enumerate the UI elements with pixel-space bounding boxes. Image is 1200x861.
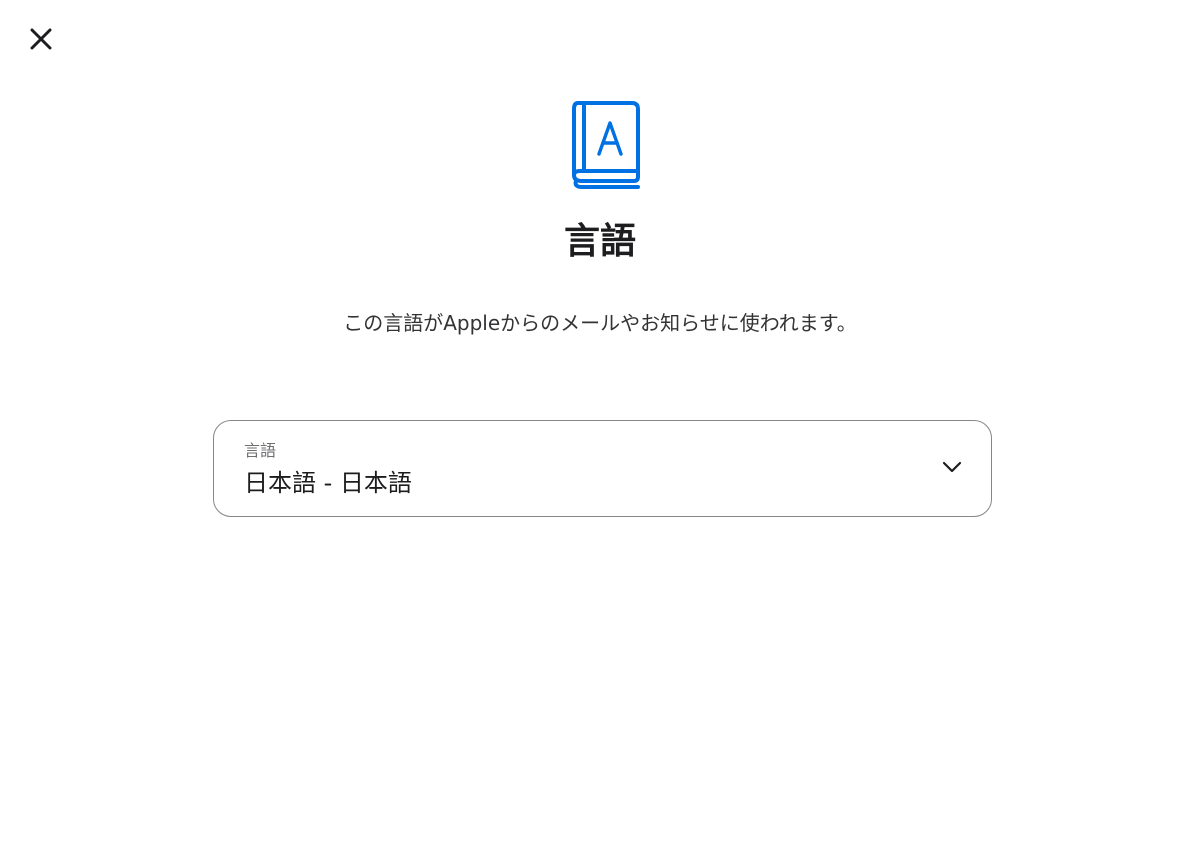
language-select-value: 日本語 - 日本語 xyxy=(244,469,412,497)
page-title: 言語 xyxy=(563,221,636,262)
language-dialog: 言語 この言語がAppleからのメールやお知らせに使われます。 言語 日本語 -… xyxy=(0,0,1200,861)
chevron-down-icon xyxy=(942,461,962,473)
page-description: この言語がAppleからのメールやお知らせに使われます。 xyxy=(343,311,857,335)
language-select-label: 言語 xyxy=(244,441,277,460)
close-icon xyxy=(30,28,52,50)
close-button[interactable] xyxy=(22,20,60,58)
dictionary-book-icon xyxy=(572,101,640,189)
language-select[interactable]: 言語 日本語 - 日本語 xyxy=(213,420,992,517)
